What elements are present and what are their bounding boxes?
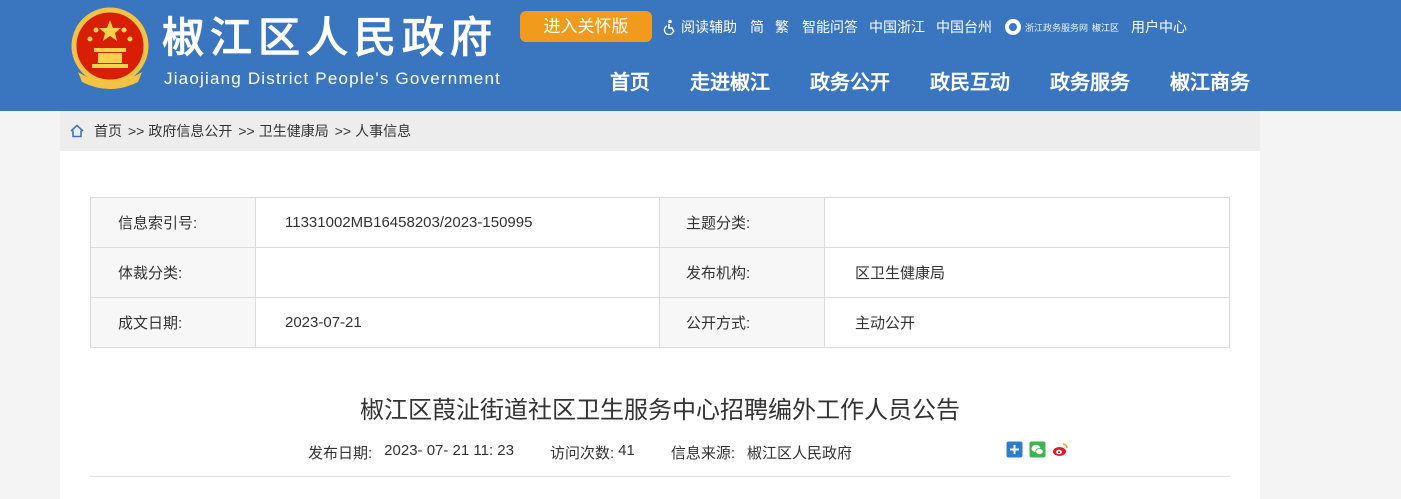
share-plus-icon[interactable] <box>1006 441 1023 458</box>
home-icon <box>70 124 84 138</box>
zwfw-logo-text: 浙江政务服务网 <box>1025 22 1089 33</box>
breadcrumb: 首页 >> 政府信息公开 >> 卫生健康局 >> 人事信息 <box>60 111 1260 151</box>
publisher-label: 发布机构: <box>659 247 825 298</box>
index-number-value: 11331002MB16458203/2023-150995 <box>255 197 660 248</box>
national-emblem-icon[interactable] <box>70 6 150 92</box>
table-row: 体裁分类: 发布机构: 区卫生健康局 <box>90 247 1230 298</box>
table-row: 成文日期: 2023-07-21 公开方式: 主动公开 <box>90 297 1230 348</box>
zwfw-logo-sub: 椒江区 <box>1092 22 1120 33</box>
publish-date-label: 发布日期: <box>308 445 373 462</box>
reading-aid-label: 阅读辅助 <box>681 19 737 35</box>
nav-interaction[interactable]: 政民互动 <box>930 68 1010 98</box>
topic-category-value <box>824 197 1230 248</box>
divider <box>90 476 1230 477</box>
main-nav: 首页 走进椒江 政务公开 政民互动 政务服务 椒江商务 <box>610 68 1290 98</box>
accessibility-icon <box>663 19 675 35</box>
article-meta: 发布日期: 2023- 07- 21 11: 23 访问次数: 41 信息来源:… <box>308 442 888 463</box>
disclosure-method-value: 主动公开 <box>824 297 1230 348</box>
visits-value: 41 <box>618 442 635 459</box>
site-subtitle: Jiaojiang District People's Government <box>164 69 502 88</box>
breadcrumb-health-bureau[interactable]: 卫生健康局 <box>259 121 329 141</box>
wechat-icon[interactable] <box>1029 441 1046 458</box>
care-mode-button[interactable]: 进入关怀版 <box>520 11 652 42</box>
disclosure-method-label: 公开方式: <box>659 297 825 348</box>
nav-gov-affairs[interactable]: 政务公开 <box>810 68 890 98</box>
genre-category-label: 体裁分类: <box>90 247 256 298</box>
written-date-value: 2023-07-21 <box>255 297 660 348</box>
breadcrumb-home[interactable]: 首页 <box>94 121 122 141</box>
breadcrumb-separator: >> <box>334 123 352 139</box>
info-meta-table: 信息索引号: 11331002MB16458203/2023-150995 主题… <box>90 197 1230 348</box>
taizhou-link[interactable]: 中国台州 <box>936 17 992 37</box>
zhejiang-link[interactable]: 中国浙江 <box>869 17 925 37</box>
utility-bar: 阅读辅助 简 繁 智能问答 中国浙江 中国台州 浙江政务服务网 椒江区 用户中心 <box>662 16 1200 38</box>
source-label: 信息来源: <box>670 445 736 462</box>
article-title: 椒江区葭沚街道社区卫生服务中心招聘编外工作人员公告 <box>360 397 960 424</box>
publish-date-value: 2023- 07- 21 11: 23 <box>384 442 514 459</box>
smart-qa-link[interactable]: 智能问答 <box>802 17 858 37</box>
nav-home[interactable]: 首页 <box>610 68 650 98</box>
user-center-link[interactable]: 用户中心 <box>1131 17 1187 37</box>
zwfw-logo-icon <box>1005 19 1021 35</box>
traditional-link[interactable]: 繁 <box>775 17 789 37</box>
simplified-link[interactable]: 简 <box>750 17 764 37</box>
site-header: 椒江区人民政府 Jiaojiang District People's Gove… <box>0 0 1401 111</box>
genre-category-value <box>255 247 660 298</box>
publisher-value: 区卫生健康局 <box>824 247 1230 298</box>
breadcrumb-personnel[interactable]: 人事信息 <box>355 121 411 141</box>
breadcrumb-separator: >> <box>128 123 145 139</box>
weibo-icon[interactable] <box>1052 441 1069 458</box>
breadcrumb-separator: >> <box>238 123 255 139</box>
content-panel: 首页 >> 政府信息公开 >> 卫生健康局 >> 人事信息 信息索引号: 113… <box>60 111 1260 499</box>
table-row: 信息索引号: 11331002MB16458203/2023-150995 主题… <box>90 197 1230 248</box>
nav-about-jiaojiang[interactable]: 走进椒江 <box>690 68 770 98</box>
breadcrumb-gov-info[interactable]: 政府信息公开 <box>148 121 232 141</box>
zwfw-logo-link[interactable]: 浙江政务服务网 椒江区 <box>1005 19 1119 35</box>
index-number-label: 信息索引号: <box>90 197 256 248</box>
share-bar <box>1006 441 1075 458</box>
topic-category-label: 主题分类: <box>659 197 825 248</box>
source-value: 椒江区人民政府 <box>747 445 853 462</box>
visits-label: 访问次数: <box>550 445 615 462</box>
reading-aid-link[interactable]: 阅读辅助 <box>662 17 737 37</box>
nav-services[interactable]: 政务服务 <box>1050 68 1130 98</box>
site-title: 椒江区人民政府 <box>162 13 499 62</box>
nav-commerce[interactable]: 椒江商务 <box>1170 68 1250 98</box>
written-date-label: 成文日期: <box>90 297 256 348</box>
